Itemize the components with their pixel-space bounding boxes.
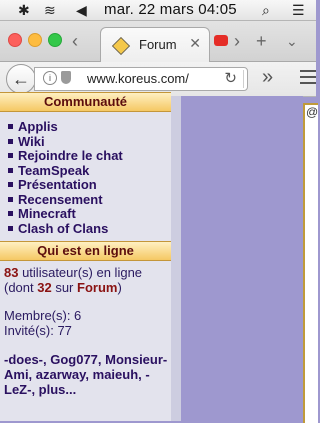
back-arrow-icon: ← — [12, 68, 30, 89]
tab-scroll-left-icon[interactable]: ‹ — [72, 31, 78, 51]
content-frame: @ — [303, 103, 318, 423]
bullet-icon — [8, 211, 13, 217]
bullet-icon — [8, 153, 13, 159]
tab-youtube[interactable] — [210, 33, 230, 49]
url-divider — [243, 70, 244, 88]
toolbar-overflow-icon[interactable]: » — [262, 66, 273, 89]
bullet-icon — [8, 182, 13, 188]
online-count: 83 — [4, 265, 19, 280]
back-button[interactable]: ← — [6, 64, 36, 94]
online-label: utilisateur(s) en ligne — [18, 265, 143, 280]
page-background — [181, 96, 303, 421]
forum-online-count: 32 — [37, 280, 52, 295]
sidebar-link-presentation[interactable]: Présentation — [8, 177, 123, 193]
tracking-shield-icon[interactable] — [61, 71, 71, 84]
spotlight-search-icon[interactable]: ⌕ — [262, 2, 270, 18]
sidebar-link-chat[interactable]: Rejoindre le chat — [8, 148, 123, 164]
bullet-icon — [8, 225, 13, 231]
sidebar-link-wiki[interactable]: Wiki — [8, 134, 123, 150]
bullet-icon — [8, 196, 13, 202]
tab-forum[interactable]: Forum ✕ — [100, 27, 210, 62]
community-links: Applis Wiki Rejoindre le chat TeamSpeak … — [8, 119, 123, 237]
zoom-window-button[interactable] — [48, 33, 62, 47]
section-title-online: Qui est en ligne — [0, 241, 171, 261]
tab-title: Forum — [139, 37, 177, 52]
url-text[interactable]: www.koreus.com/ — [87, 71, 189, 86]
url-bar[interactable]: i www.koreus.com/ ↻ — [34, 67, 248, 91]
close-window-button[interactable] — [8, 33, 22, 47]
minimize-window-button[interactable] — [28, 33, 42, 47]
guests-count: Invité(s): 77 — [4, 323, 72, 338]
sidebar-link-clash-of-clans[interactable]: Clash of Clans — [8, 221, 123, 237]
online-stats: Membre(s): 6 Invité(s): 77 — [4, 308, 81, 338]
tab-close-icon[interactable]: ✕ — [189, 35, 201, 52]
sidebar-separator — [171, 96, 181, 421]
new-tab-icon[interactable]: + — [256, 31, 267, 51]
sidebar-link-recensement[interactable]: Recensement — [8, 192, 123, 208]
bullet-icon — [8, 124, 13, 130]
youtube-favicon-icon — [214, 35, 228, 46]
sidebar-link-applis[interactable]: Applis — [8, 119, 123, 135]
tab-list-caret-icon[interactable]: ⌄ — [286, 31, 298, 51]
notification-center-icon[interactable]: ☰ — [292, 2, 305, 18]
members-count: Membre(s): 6 — [4, 308, 82, 323]
koreus-favicon-icon — [111, 36, 131, 56]
sidebar-link-minecraft[interactable]: Minecraft — [8, 206, 123, 222]
menubar-clock[interactable]: mar. 22 mars 04:05 — [104, 1, 237, 18]
site-info-icon[interactable]: i — [43, 71, 57, 85]
volume-icon[interactable]: ◀ — [76, 2, 87, 18]
forum-link[interactable]: Forum — [77, 280, 117, 295]
section-title-community: Communauté — [0, 92, 171, 112]
reload-icon[interactable]: ↻ — [224, 69, 237, 87]
browser-tab-bar: ‹ Forum ✕ › + ⌄ — [0, 21, 316, 62]
wifi-icon[interactable]: ≋ — [44, 2, 56, 18]
bullet-icon — [8, 138, 13, 144]
hamburger-menu-icon[interactable] — [300, 70, 316, 88]
bullet-icon — [8, 167, 13, 173]
tab-scroll-right-icon[interactable]: › — [234, 31, 240, 51]
frame-edge-icon: @ — [306, 105, 319, 119]
macos-menu-bar: ✱ ≋ ◀ mar. 22 mars 04:05 ⌕ ☰ — [0, 0, 316, 21]
sidebar-link-teamspeak[interactable]: TeamSpeak — [8, 163, 123, 179]
online-summary: 83 utilisateur(s) en ligne (dont 32 sur … — [4, 265, 143, 295]
online-members-list[interactable]: -does-, Gog077, Monsieur-Ami, azarway, m… — [4, 352, 170, 397]
bluetooth-icon[interactable]: ✱ — [18, 2, 30, 18]
